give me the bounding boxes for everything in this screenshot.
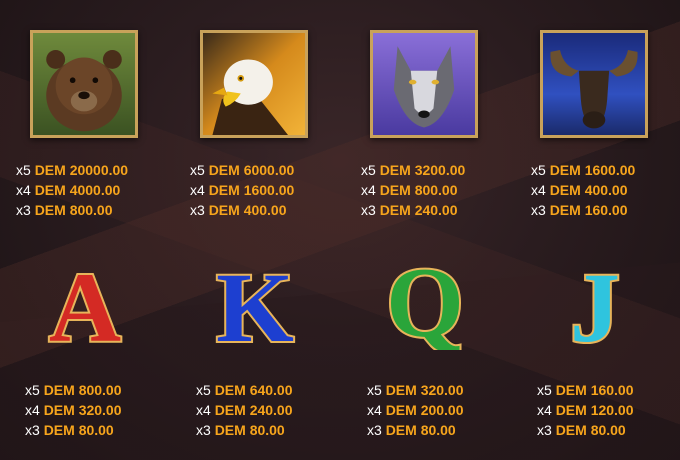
payout-row: x5 DEM 320.00: [367, 380, 464, 400]
payout-multiplier: x3: [537, 422, 552, 438]
payout-row: x5 DEM 20000.00: [16, 160, 128, 180]
payout-amount: DEM 80.00: [385, 422, 456, 438]
payout-row: x3 DEM 80.00: [367, 420, 464, 440]
payout-row: x4 DEM 1600.00: [190, 180, 294, 200]
payout-amount: DEM 400.00: [549, 182, 628, 198]
payout-amount: DEM 400.00: [208, 202, 287, 218]
payout-amount: DEM 240.00: [379, 202, 458, 218]
letter-j-icon: J: [545, 255, 645, 355]
payout-multiplier: x4: [16, 182, 31, 198]
payout-row: x5 DEM 800.00: [25, 380, 122, 400]
letter-k-icon: K: [205, 255, 305, 355]
payout-multiplier: x5: [16, 162, 31, 178]
payout-row: x4 DEM 400.00: [531, 180, 635, 200]
eagle-icon: [200, 30, 308, 138]
payout-amount: DEM 6000.00: [208, 162, 295, 178]
payout-amount: DEM 1600.00: [208, 182, 295, 198]
letter-a-icon: A: [35, 255, 135, 355]
payout-row: x3 DEM 80.00: [537, 420, 634, 440]
payout-row: x4 DEM 4000.00: [16, 180, 128, 200]
payout-amount: DEM 240.00: [214, 402, 293, 418]
paytable-moose: x5 DEM 1600.00 x4 DEM 400.00 x3 DEM 160.00: [531, 160, 635, 220]
payout-multiplier: x3: [190, 202, 205, 218]
svg-text:K: K: [216, 255, 294, 355]
payout-amount: DEM 120.00: [555, 402, 634, 418]
payout-multiplier: x4: [190, 182, 205, 198]
payout-amount: DEM 3200.00: [379, 162, 466, 178]
payout-row: x3 DEM 800.00: [16, 200, 128, 220]
payout-multiplier: x3: [16, 202, 31, 218]
wolf-icon: [370, 30, 478, 138]
letter-q-icon: Q: [375, 250, 475, 350]
payout-amount: DEM 80.00: [43, 422, 114, 438]
payout-multiplier: x3: [367, 422, 382, 438]
payout-amount: DEM 800.00: [379, 182, 458, 198]
payout-row: x5 DEM 160.00: [537, 380, 634, 400]
payout-row: x4 DEM 320.00: [25, 400, 122, 420]
paytable-a: x5 DEM 800.00 x4 DEM 320.00 x3 DEM 80.00: [25, 380, 122, 440]
payout-multiplier: x5: [367, 382, 382, 398]
payout-multiplier: x5: [25, 382, 40, 398]
payout-row: x4 DEM 240.00: [196, 400, 293, 420]
payout-multiplier: x5: [190, 162, 205, 178]
payout-row: x5 DEM 3200.00: [361, 160, 465, 180]
payout-multiplier: x3: [196, 422, 211, 438]
payout-multiplier: x4: [531, 182, 546, 198]
payout-row: x5 DEM 640.00: [196, 380, 293, 400]
payout-amount: DEM 640.00: [214, 382, 293, 398]
paytable-k: x5 DEM 640.00 x4 DEM 240.00 x3 DEM 80.00: [196, 380, 293, 440]
payout-row: x5 DEM 6000.00: [190, 160, 294, 180]
paytable-j: x5 DEM 160.00 x4 DEM 120.00 x3 DEM 80.00: [537, 380, 634, 440]
payout-multiplier: x4: [537, 402, 552, 418]
payout-row: x4 DEM 800.00: [361, 180, 465, 200]
payout-amount: DEM 200.00: [385, 402, 464, 418]
payout-multiplier: x3: [531, 202, 546, 218]
payout-multiplier: x5: [537, 382, 552, 398]
payout-row: x3 DEM 80.00: [25, 420, 122, 440]
moose-icon: [540, 30, 648, 138]
payout-multiplier: x4: [25, 402, 40, 418]
payout-amount: DEM 20000.00: [34, 162, 129, 178]
payout-amount: DEM 80.00: [214, 422, 285, 438]
payout-amount: DEM 4000.00: [34, 182, 121, 198]
payout-amount: DEM 320.00: [385, 382, 464, 398]
payout-row: x5 DEM 1600.00: [531, 160, 635, 180]
payout-row: x4 DEM 200.00: [367, 400, 464, 420]
payout-amount: DEM 160.00: [549, 202, 628, 218]
svg-text:J: J: [570, 255, 620, 355]
payout-multiplier: x5: [361, 162, 376, 178]
payout-amount: DEM 80.00: [555, 422, 626, 438]
payout-multiplier: x5: [531, 162, 546, 178]
payout-row: x3 DEM 240.00: [361, 200, 465, 220]
payout-row: x3 DEM 400.00: [190, 200, 294, 220]
paytable-wolf: x5 DEM 3200.00 x4 DEM 800.00 x3 DEM 240.00: [361, 160, 465, 220]
payout-amount: DEM 320.00: [43, 402, 122, 418]
svg-text:Q: Q: [386, 250, 464, 350]
payout-row: x3 DEM 80.00: [196, 420, 293, 440]
payout-amount: DEM 800.00: [43, 382, 122, 398]
payout-amount: DEM 1600.00: [549, 162, 636, 178]
payout-row: x4 DEM 120.00: [537, 400, 634, 420]
payout-multiplier: x5: [196, 382, 211, 398]
paytable-q: x5 DEM 320.00 x4 DEM 200.00 x3 DEM 80.00: [367, 380, 464, 440]
bear-icon: [30, 30, 138, 138]
payout-amount: DEM 800.00: [34, 202, 113, 218]
payout-multiplier: x3: [25, 422, 40, 438]
paytable-bear: x5 DEM 20000.00 x4 DEM 4000.00 x3 DEM 800.…: [16, 160, 128, 220]
payout-amount: DEM 160.00: [555, 382, 634, 398]
payout-row: x3 DEM 160.00: [531, 200, 635, 220]
paytable-eagle: x5 DEM 6000.00 x4 DEM 1600.00 x3 DEM 400.0…: [190, 160, 294, 220]
payout-multiplier: x4: [367, 402, 382, 418]
payout-multiplier: x3: [361, 202, 376, 218]
svg-text:A: A: [49, 255, 121, 355]
payout-multiplier: x4: [361, 182, 376, 198]
payout-multiplier: x4: [196, 402, 211, 418]
